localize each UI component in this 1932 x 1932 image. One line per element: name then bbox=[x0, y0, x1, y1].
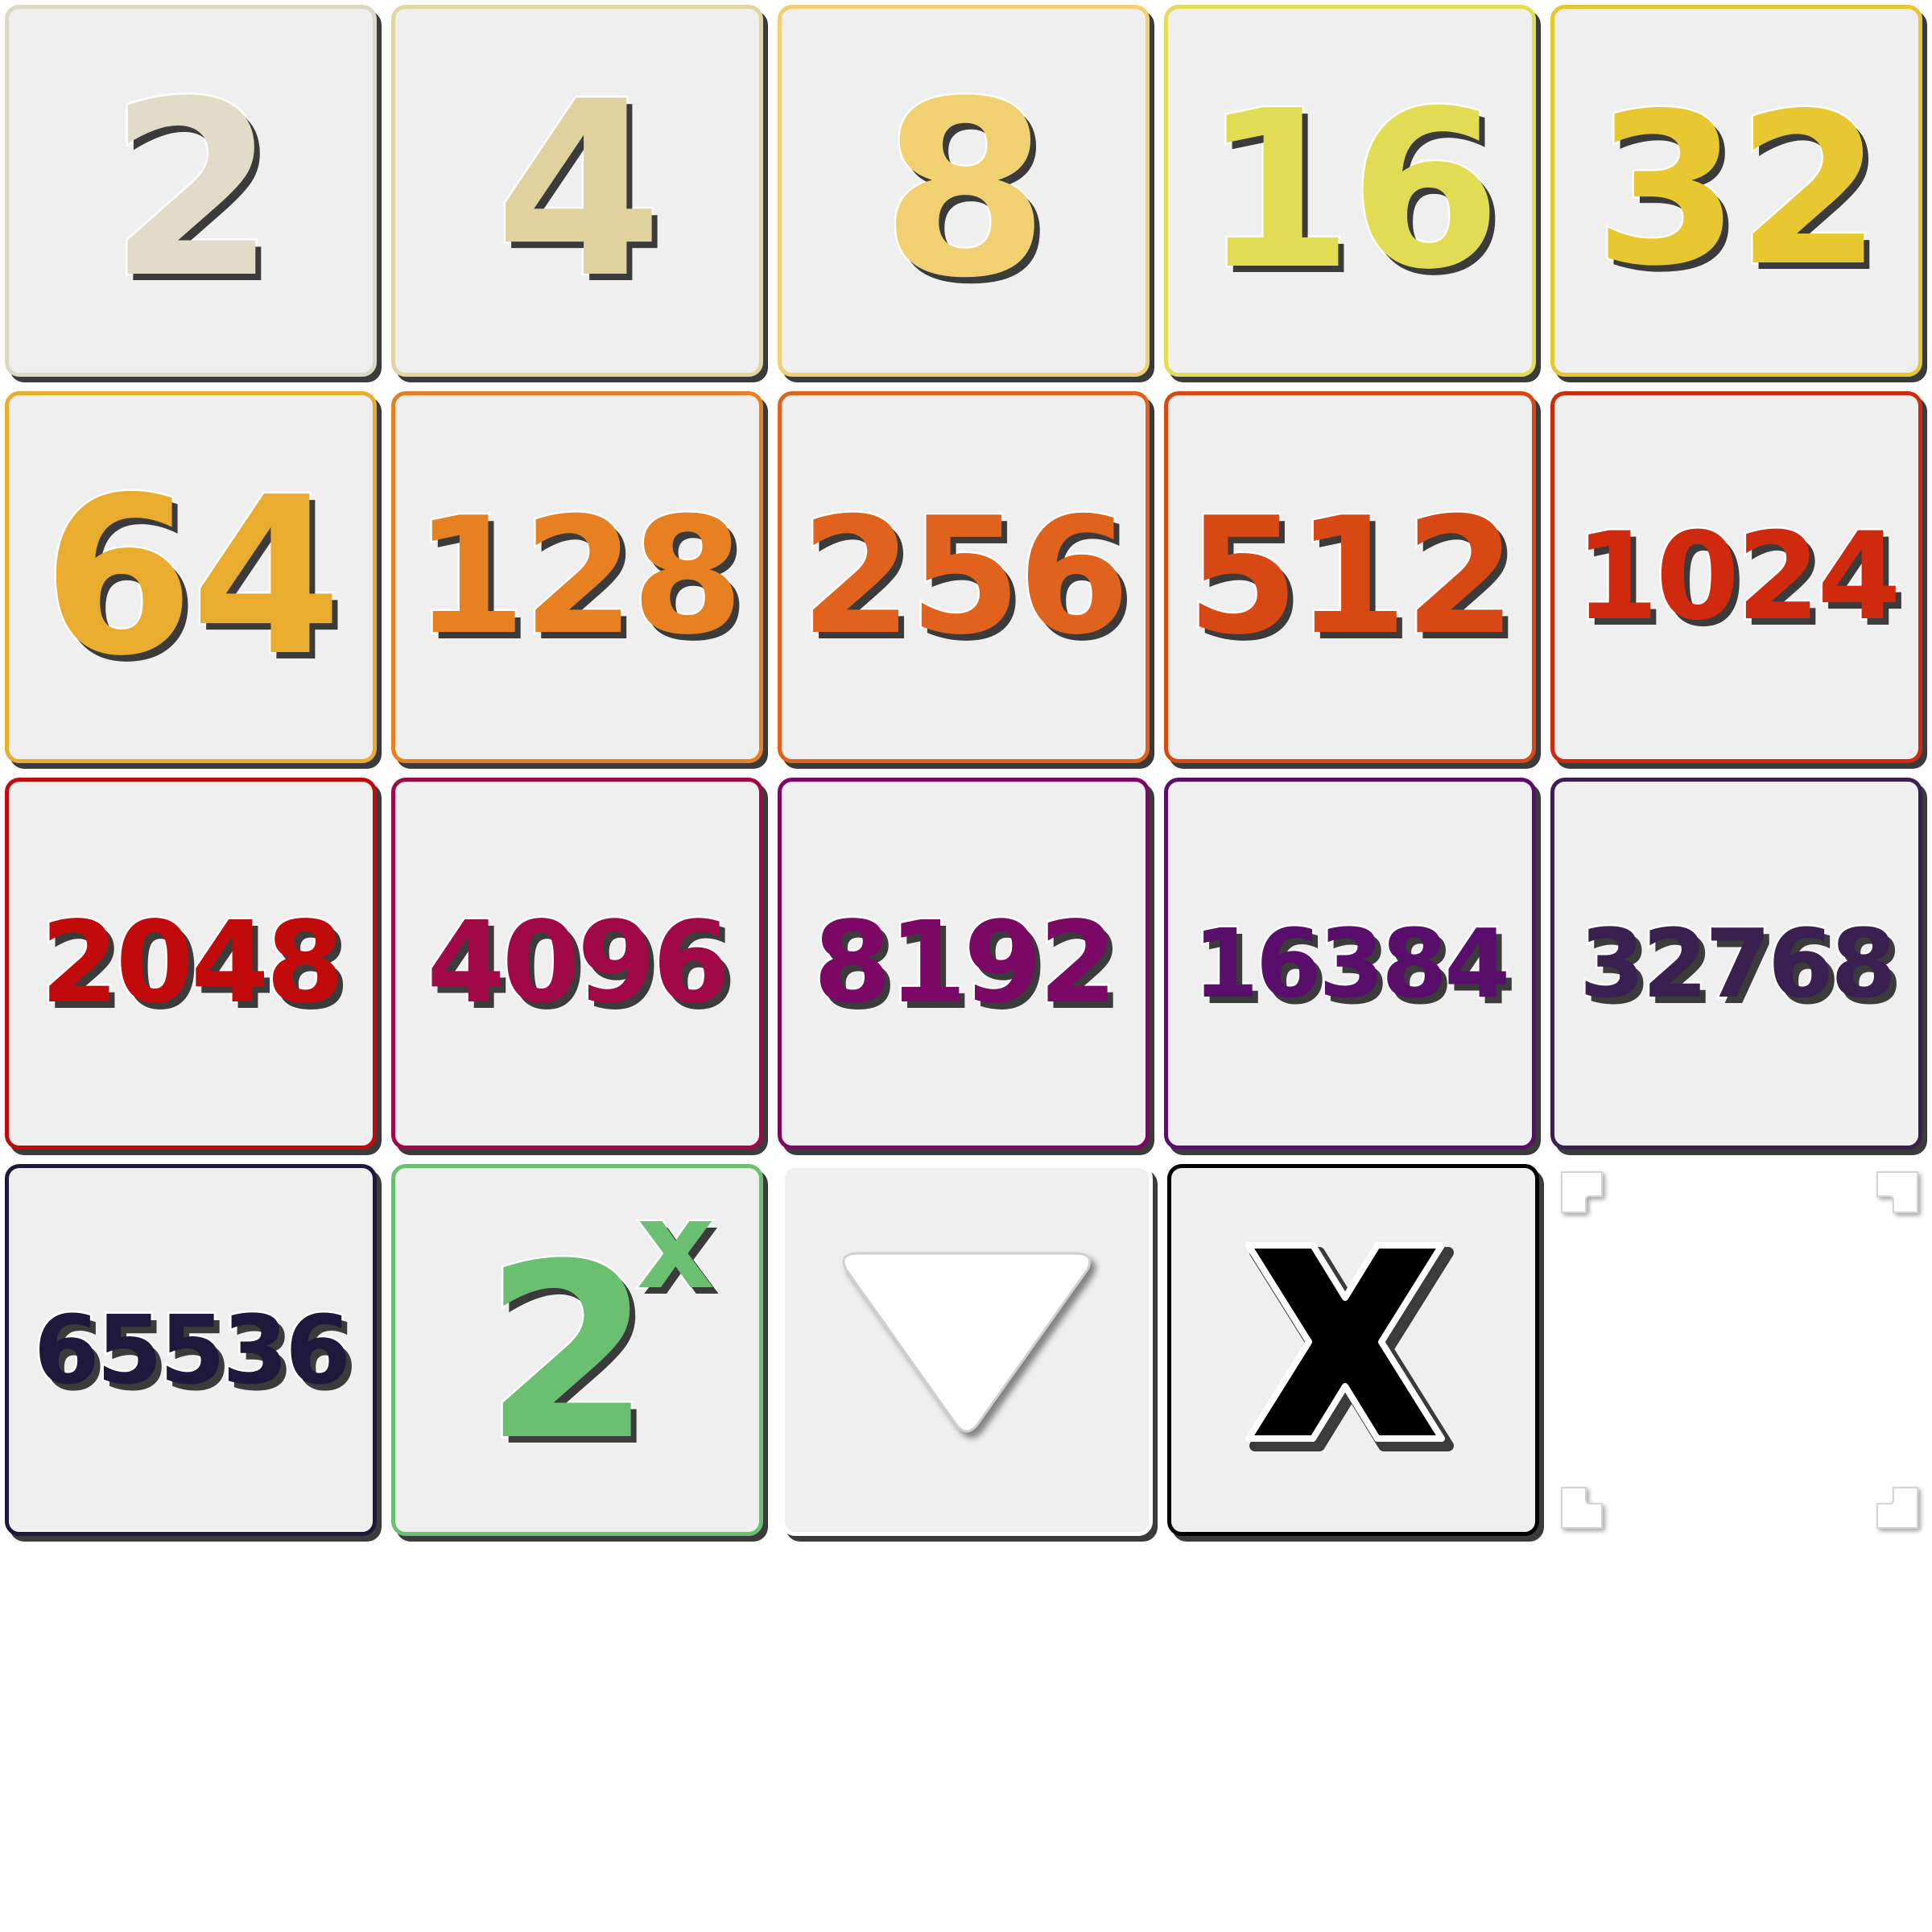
power-exponent-label: x bbox=[635, 1176, 717, 1316]
tile-65536: 65536 bbox=[5, 1164, 377, 1536]
tile-32768: 32768 bbox=[1550, 778, 1922, 1150]
tile-4-label: 4 bbox=[493, 50, 665, 331]
tile-16384: 16384 bbox=[1164, 778, 1536, 1150]
tile-128-label: 128 bbox=[412, 483, 745, 671]
tile-4096: 4096 bbox=[391, 778, 763, 1150]
triangle-down-icon bbox=[842, 1252, 1092, 1433]
tile-sprite-sheet: 2 4 8 16 32 64 128 256 512 1024 2048 409… bbox=[0, 0, 1932, 1932]
tile-1024: 1024 bbox=[1550, 391, 1922, 763]
corner-brackets-icon bbox=[1561, 1171, 1918, 1529]
tile-4: 4 bbox=[391, 5, 763, 377]
tile-512-label: 512 bbox=[1185, 483, 1518, 671]
tile-64: 64 bbox=[5, 391, 377, 763]
tile-32: 32 bbox=[1550, 5, 1922, 377]
tile-64-label: 64 bbox=[41, 450, 345, 704]
tile-1024-label: 1024 bbox=[1573, 507, 1903, 647]
tile-8192: 8192 bbox=[778, 778, 1150, 1150]
close-tile[interactable] bbox=[1167, 1164, 1539, 1536]
tile-2: 2 bbox=[5, 5, 377, 377]
focus-brackets-tile[interactable] bbox=[1554, 1164, 1926, 1536]
x-icon bbox=[1245, 1242, 1454, 1451]
tile-2048: 2048 bbox=[5, 778, 377, 1150]
tile-32-label: 32 bbox=[1592, 69, 1885, 312]
tile-512: 512 bbox=[1164, 391, 1536, 763]
power-of-two-tile[interactable]: 2 x bbox=[391, 1164, 763, 1536]
tile-16384-label: 16384 bbox=[1191, 908, 1513, 1019]
power-base-label: 2 bbox=[482, 1212, 654, 1493]
tile-16: 16 bbox=[1164, 5, 1536, 377]
tile-65536-label: 65536 bbox=[31, 1294, 353, 1406]
tile-8-label: 8 bbox=[879, 50, 1051, 331]
tile-4096-label: 4096 bbox=[425, 898, 733, 1029]
tile-8: 8 bbox=[778, 5, 1150, 377]
tile-2048-label: 2048 bbox=[39, 898, 347, 1029]
tile-2-label: 2 bbox=[106, 50, 279, 331]
dropdown-tile[interactable] bbox=[781, 1164, 1153, 1536]
power-of-two-group: 2 x bbox=[395, 1168, 759, 1532]
tile-8192-label: 8192 bbox=[811, 898, 1120, 1029]
tile-16-label: 16 bbox=[1200, 64, 1504, 317]
tile-256-label: 256 bbox=[799, 483, 1132, 671]
tile-32768-label: 32768 bbox=[1577, 908, 1899, 1019]
tile-256: 256 bbox=[778, 391, 1150, 763]
tile-128: 128 bbox=[391, 391, 763, 763]
